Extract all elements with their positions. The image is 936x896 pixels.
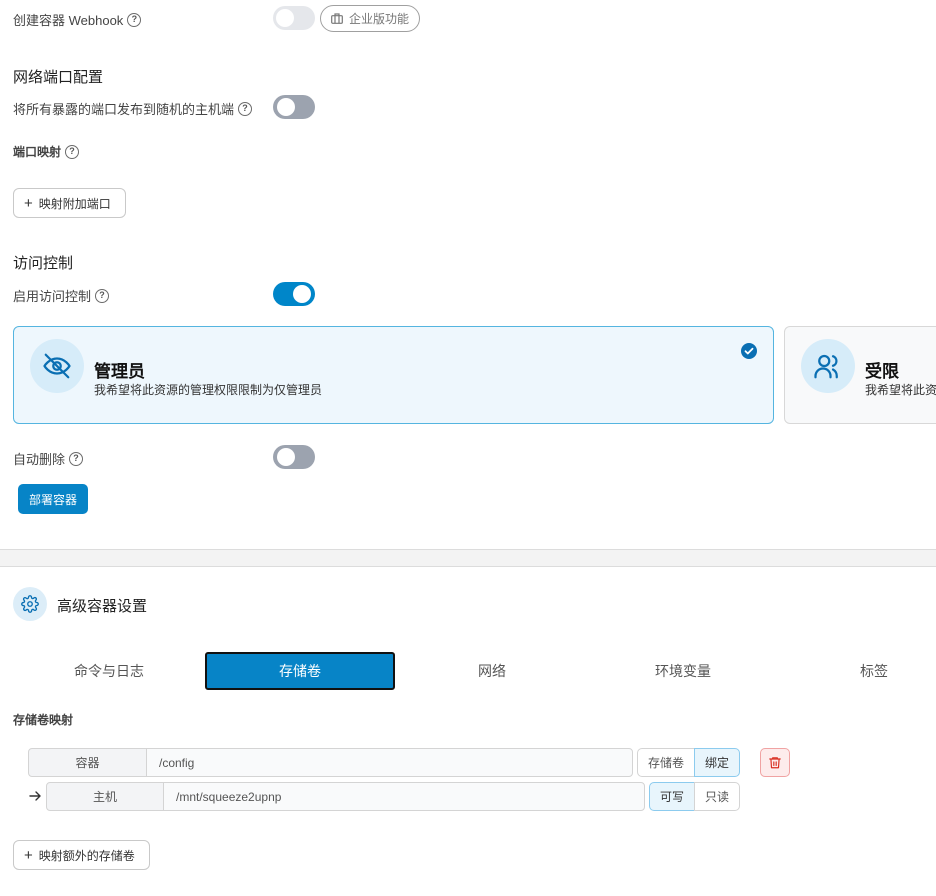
port-mapping-label-row: 端口映射 ? [13,143,80,160]
tab-network[interactable]: 网络 [397,652,587,690]
eye-off-icon [30,339,84,393]
restricted-card[interactable]: 受限 我希望将此资源 [784,326,936,424]
port-mapping-label: 端口映射 [13,145,62,159]
publish-ports-label: 将所有暴露的端口发布到随机的主机端 [13,102,235,117]
access-control-label-row: 启用访问控制 ? [13,286,110,305]
help-icon[interactable]: ? [238,101,253,116]
access-control-toggle[interactable] [273,282,315,306]
container-path-addon: 容器 [28,748,147,777]
volume-type-bind-button[interactable]: 绑定 [694,748,740,777]
advanced-settings-title: 高级容器设置 [57,598,148,615]
arrow-right-icon [28,789,42,808]
admin-card-desc: 我希望将此资源的管理权限限制为仅管理员 [94,383,323,397]
host-path-addon: 主机 [46,782,164,811]
trash-icon [769,757,781,769]
access-section-title: 访问控制 [13,255,74,272]
access-control-label: 启用访问控制 [13,289,92,304]
volume-type-volume-button[interactable]: 存储卷 [637,748,695,777]
container-path-input[interactable]: /config [146,748,633,777]
volume-mapping-label: 存储卷映射 [13,713,74,727]
tab-volumes[interactable]: 存储卷 [205,652,395,690]
plus-icon: + [24,846,33,864]
business-feature-badge: 企业版功能 [320,5,421,32]
help-icon[interactable]: ? [69,451,84,466]
help-icon[interactable]: ? [95,288,110,303]
deploy-container-button[interactable]: 部署容器 [18,484,88,514]
admin-card-title: 管理员 [94,362,145,381]
help-icon[interactable]: ? [65,144,80,159]
check-icon [741,343,757,359]
webhook-toggle [273,6,315,30]
auto-remove-toggle[interactable] [273,445,315,469]
tab-env-vars[interactable]: 环境变量 [588,652,778,690]
remove-volume-button[interactable] [760,748,790,777]
section-divider [0,549,936,567]
publish-ports-toggle[interactable] [273,95,315,119]
webhook-label: 创建容器 Webhook [13,13,124,28]
add-port-label: 映射附加端口 [38,196,111,211]
auto-remove-label: 自动删除 [13,452,66,467]
webhook-label-row: 创建容器 Webhook ? [13,10,142,29]
tab-labels[interactable]: 标签 [779,652,936,690]
add-volume-label: 映射额外的存储卷 [38,848,135,863]
tab-commands-logs[interactable]: 命令与日志 [14,652,204,690]
add-port-button[interactable]: + 映射附加端口 [13,188,126,218]
publish-ports-label-row: 将所有暴露的端口发布到随机的主机端 ? [13,99,253,118]
business-feature-label: 企业版功能 [349,12,410,26]
host-path-input[interactable]: /mnt/squeeze2upnp [163,782,645,811]
network-section-title: 网络端口配置 [13,69,104,86]
plus-icon: + [24,194,33,212]
restricted-card-title: 受限 [865,362,899,381]
users-icon [801,339,855,393]
add-volume-button[interactable]: + 映射额外的存储卷 [13,840,150,870]
gear-icon [13,587,47,621]
mode-writable-button[interactable]: 可写 [649,782,695,811]
admin-card[interactable]: 管理员 我希望将此资源的管理权限限制为仅管理员 [13,326,774,424]
mode-readonly-button[interactable]: 只读 [694,782,740,811]
auto-remove-label-row: 自动删除 ? [13,449,84,468]
briefcase-icon [331,13,343,24]
restricted-card-desc: 我希望将此资源 [865,383,936,397]
help-icon[interactable]: ? [127,12,142,27]
